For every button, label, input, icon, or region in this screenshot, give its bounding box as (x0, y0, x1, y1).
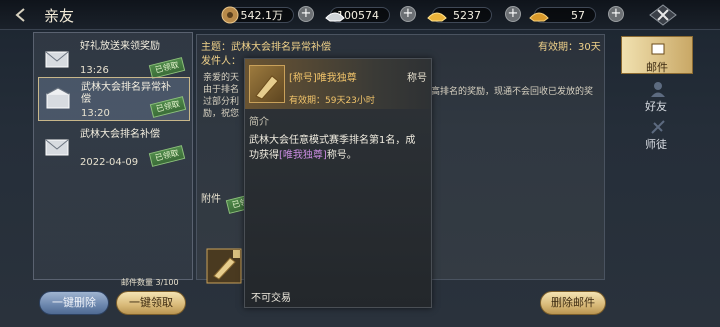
silver-ingot-icon (325, 12, 345, 22)
currency-bound-gold-value: 57 (571, 8, 585, 22)
tab-friends-label: 好友 (645, 100, 667, 113)
tab-mail-label: 邮件 (646, 61, 668, 74)
mail-item-date: 13:20 (81, 108, 110, 119)
mentor-tab-icon (651, 120, 665, 134)
item-tooltip: [称号]唯我独尊 称号 有效期：59天23小时 简介 武林大会任意模式赛季排名第… (244, 58, 432, 308)
title-scroll-icon (249, 65, 285, 103)
currency-gold-value: 5237 (453, 8, 481, 22)
back-arrow-icon[interactable] (14, 8, 30, 22)
mail-item-title: 好礼放送来领奖励 (80, 41, 160, 52)
tab-mail[interactable]: 邮件 (621, 36, 693, 74)
currency-bound-gold: 57 (529, 5, 596, 25)
claimed-stamp: 已领取 (148, 145, 186, 167)
envelope-icon (45, 139, 69, 156)
currency-copper: 542.1万 (221, 5, 294, 25)
envelope-open-icon (46, 87, 70, 109)
mail-sender: 发件人： (201, 56, 241, 67)
mail-tab-icon (651, 43, 665, 55)
tooltip-trade-status: 不可交易 (251, 293, 291, 304)
attachment-slot-title[interactable] (206, 248, 242, 284)
tab-mentor-label: 师徒 (645, 138, 667, 151)
mail-item-date: 2022-04-09 (80, 157, 139, 168)
mail-body-right: 高排名的奖励，现通不会回收已发放的奖 (431, 87, 594, 97)
gold-ingot-icon (427, 12, 447, 22)
tooltip-section-title: 简介 (249, 117, 269, 128)
copper-add-button[interactable]: + (298, 6, 314, 22)
mail-list-panel: 好礼放送来领奖励 13:26 已领取 武林大会排名异常补偿 13:20 已领取 … (33, 32, 193, 280)
tooltip-item-name: [称号]唯我独尊 (289, 73, 357, 84)
claim-all-button[interactable]: 一键领取 (116, 291, 186, 315)
currency-copper-value: 542.1万 (240, 9, 284, 22)
mail-item[interactable]: 武林大会排名补偿 2022-04-09 已领取 (38, 125, 190, 169)
mail-subject: 主题：武林大会排名异常补偿 (201, 42, 331, 53)
attachment-label: 附件 (201, 194, 221, 205)
friends-tab-icon (651, 82, 665, 97)
tooltip-desc-highlight: [唯我独尊] (279, 150, 327, 161)
gold-add-button[interactable]: + (505, 6, 521, 22)
mail-item-title: 武林大会排名补偿 (80, 129, 160, 140)
close-icon[interactable] (648, 3, 678, 27)
delete-mail-button[interactable]: 删除邮件 (540, 291, 606, 315)
tooltip-desc-suffix: 称号。 (326, 150, 357, 161)
envelope-icon (45, 51, 69, 68)
bound-gold-add-button[interactable]: + (608, 6, 624, 22)
tooltip-item-type: 称号 (407, 73, 427, 84)
copper-coin-icon (221, 6, 239, 24)
tooltip-description: 武林大会任意模式赛季排名第1名，成功获得[唯我独尊]称号。 (249, 133, 425, 163)
delete-all-button[interactable]: 一键删除 (39, 291, 109, 315)
silver-add-button[interactable]: + (400, 6, 416, 22)
page-title: 亲友 (44, 7, 75, 25)
mail-item[interactable]: 好礼放送来领奖励 13:26 已领取 (38, 37, 190, 79)
mail-item-date: 13:26 (80, 65, 109, 76)
mail-item-selected[interactable]: 武林大会排名异常补偿 13:20 已领取 (38, 77, 190, 121)
claimed-stamp: 已领取 (148, 57, 186, 79)
mail-expiry: 有效期：30天 (538, 42, 601, 53)
tab-mentor[interactable]: 师徒 (621, 116, 693, 154)
top-bar: 亲友 542.1万 + 100574 + 5237 + 57 + (0, 0, 720, 30)
currency-silver: 100574 (325, 5, 390, 25)
tooltip-validity: 有效期：59天23小时 (289, 96, 375, 106)
title-scroll-icon (206, 248, 242, 284)
tab-friends[interactable]: 好友 (621, 78, 693, 116)
currency-gold: 5237 (427, 5, 492, 25)
bound-gold-icon (529, 12, 549, 22)
mail-count: 邮件数量 3/100 (121, 278, 179, 287)
mail-body-left: 亲爱的天由于排名过部分利励，祝您 (203, 73, 240, 119)
